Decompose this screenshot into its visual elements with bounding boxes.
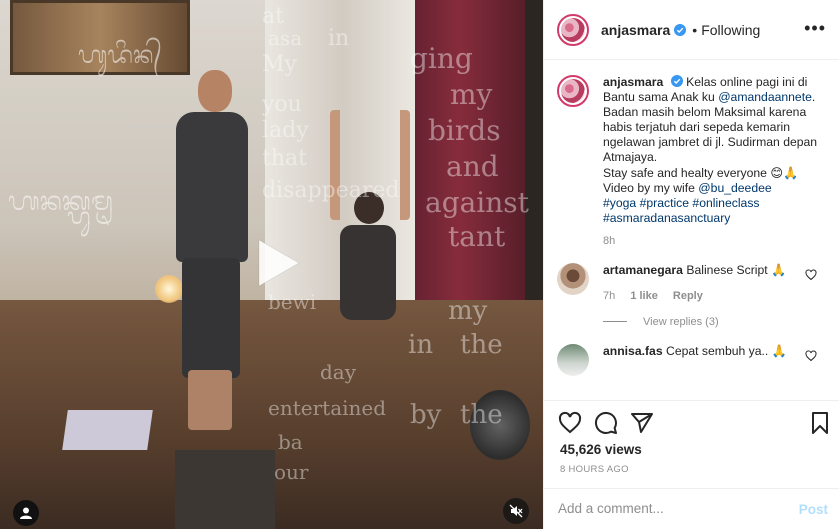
hashtag-links[interactable]: #yoga #practice #onlineclass [603,196,760,210]
instagram-post: at asa in My ging you my lady birds that… [0,0,839,529]
view-replies-button[interactable]: View replies (3) [603,316,827,328]
comment-item: annisa.fas Cepat sembuh ya.. 🙏 [557,343,827,376]
heart-icon[interactable] [805,350,817,362]
avatar[interactable] [557,343,589,376]
comment-body: annisa.fas Cepat sembuh ya.. 🙏 [603,343,787,358]
caption-username[interactable]: anjasmara [603,75,663,89]
heart-icon[interactable] [805,269,817,281]
mute-icon [509,504,523,518]
video-player[interactable]: at asa in My ging you my lady birds that… [0,0,543,529]
tagged-user-button[interactable] [13,500,39,526]
comment-body: artamanegara Balinese Script 🙏 [603,262,787,277]
post-time: 8 HOURS AGO [560,464,629,475]
avatar-icon [20,507,32,519]
likes-count[interactable]: 1 like [630,290,658,302]
hashtag-link[interactable]: #asmaradanasanctuary [603,211,730,225]
caption-avatar[interactable] [557,75,589,107]
post-button[interactable]: Post [799,502,828,517]
comment-username[interactable]: artamanegara [603,263,683,277]
more-icon[interactable]: ••• [804,18,826,39]
mention-link[interactable]: @bu_deedee [698,181,771,195]
header-username[interactable]: anjasmara [601,22,670,38]
post-side-panel: anjasmara • Following ••• anjasmara Kela… [543,0,839,529]
post-header: anjasmara • Following ••• [544,0,839,60]
action-bar [544,400,839,442]
separator: • [692,21,698,38]
comment-input[interactable] [558,501,768,516]
following-button[interactable]: Following [701,22,760,38]
views-count[interactable]: 45,626 views [560,442,642,457]
caption: anjasmara Kelas online pagi ini di Bantu… [557,75,827,226]
mute-button[interactable] [503,498,529,524]
comment-username[interactable]: annisa.fas [603,344,663,358]
comment-item: artamanegara Balinese Script 🙏 7h 1 like… [557,262,827,302]
comment-icon[interactable] [594,411,618,435]
comment-meta: 7h 1 like Reply [603,289,703,302]
heart-icon[interactable] [558,411,582,435]
verified-icon [674,23,687,36]
reply-button[interactable]: Reply [673,290,703,302]
add-comment-bar: Post [544,488,839,529]
play-icon [258,239,301,287]
caption-text: anjasmara Kelas online pagi ini di Bantu… [603,75,818,225]
verified-icon [670,75,683,87]
share-icon[interactable] [630,411,654,435]
avatar[interactable] [557,262,589,295]
caption-time: 8h [603,234,616,247]
avatar[interactable] [557,13,589,46]
comments-section: anjasmara Kelas online pagi ini di Bantu… [544,61,839,399]
play-button[interactable] [245,232,307,294]
bookmark-icon[interactable] [808,411,832,435]
mention-link[interactable]: @amandaannete [718,90,812,104]
